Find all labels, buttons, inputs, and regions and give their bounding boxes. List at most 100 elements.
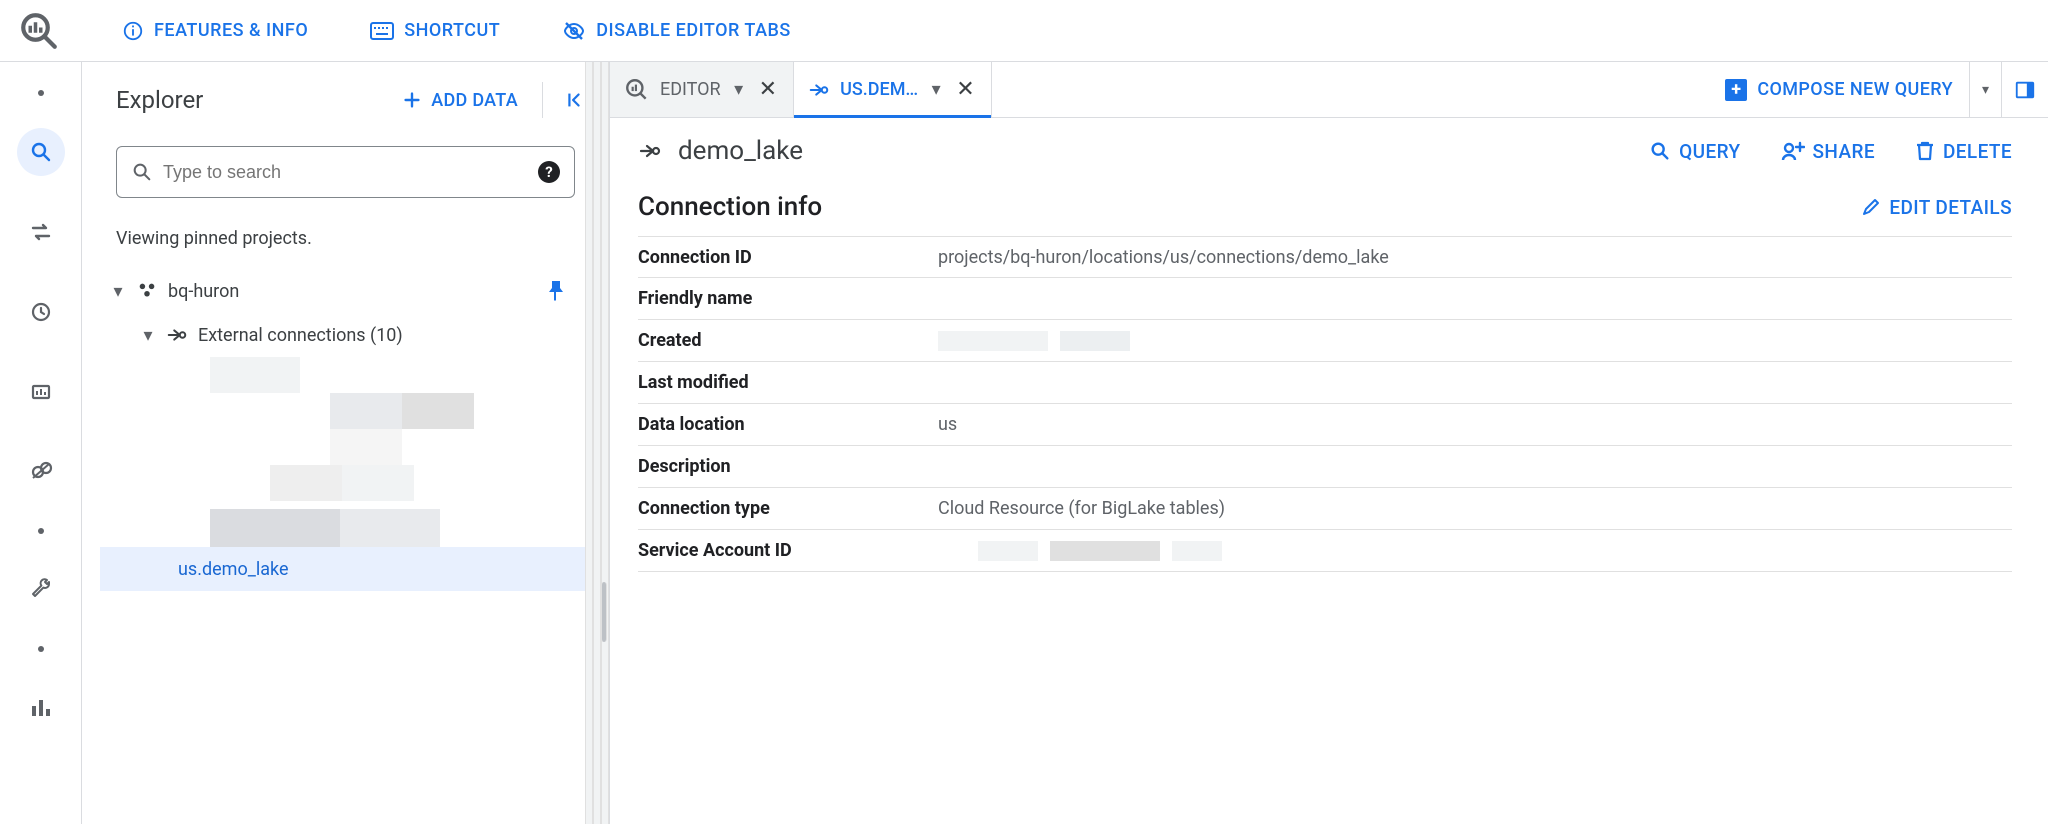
info-row-friendly-name: Friendly name [638, 278, 2012, 320]
pencil-icon [1861, 197, 1881, 217]
tab-connection[interactable]: US.DEM… ▾ ✕ [794, 62, 992, 117]
bi-icon [29, 460, 53, 484]
tab-close-button[interactable]: ✕ [954, 75, 976, 104]
explorer-search-box[interactable]: ? [116, 146, 575, 198]
compose-new-query-button[interactable]: + COMPOSE NEW QUERY [1709, 62, 1969, 117]
disable-editor-tabs-label: DISABLE EDITOR TABS [596, 20, 791, 41]
add-data-label: ADD DATA [431, 90, 518, 111]
left-rail [0, 62, 82, 824]
info-row-description: Description [638, 446, 2012, 488]
features-info-button[interactable]: FEATURES & INFO [106, 12, 324, 50]
info-row-service-account-id: Service Account ID [638, 530, 2012, 572]
project-label: bq-huron [168, 281, 239, 302]
bars-icon [29, 696, 53, 720]
info-row-connection-type: Connection type Cloud Resource (for BigL… [638, 488, 2012, 530]
project-row[interactable]: ▾ bq-huron [100, 269, 597, 313]
explorer-panel: Explorer ADD DATA ? Viewing pinned proje… [82, 62, 610, 824]
scrollbar-thumb[interactable] [601, 582, 607, 642]
info-icon [122, 20, 144, 42]
help-icon[interactable]: ? [538, 161, 560, 183]
section-title: Connection info [638, 192, 1861, 222]
tab-close-button[interactable]: ✕ [757, 75, 779, 104]
explorer-search-input[interactable] [163, 162, 528, 183]
collapse-explorer-button[interactable] [542, 82, 585, 118]
search-icon [131, 161, 153, 183]
detail-title: demo_lake [678, 136, 803, 166]
plus-icon [401, 89, 423, 111]
visibility-off-icon [562, 19, 586, 43]
compose-label: COMPOSE NEW QUERY [1757, 79, 1953, 100]
panel-splitter[interactable] [585, 62, 609, 824]
explorer-title: Explorer [116, 86, 401, 114]
external-connections-row[interactable]: ▾ External connections (10) [100, 313, 597, 357]
data-icon [29, 380, 53, 404]
chevron-down-icon: ▾ [108, 281, 128, 302]
plus-box-icon: + [1725, 79, 1747, 101]
search-icon [29, 140, 53, 164]
transfer-icon [29, 220, 53, 244]
info-row-created: Created [638, 320, 2012, 362]
info-row-connection-id: Connection ID projects/bq-huron/location… [638, 236, 2012, 278]
share-button[interactable]: SHARE [1781, 140, 1875, 163]
connection-icon [166, 324, 188, 346]
info-row-data-location: Data location us [638, 404, 2012, 446]
info-row-last-modified: Last modified [638, 362, 2012, 404]
rail-dot-icon [38, 90, 44, 96]
share-label: SHARE [1813, 140, 1875, 163]
delete-label: DELETE [1943, 140, 2012, 163]
wrench-icon [29, 578, 53, 602]
tab-editor-label: EDITOR [660, 79, 721, 100]
detail-header: demo_lake QUERY SHARE DELETE [610, 118, 2048, 172]
tabstrip-dropdown-button[interactable]: ▾ [1969, 62, 2001, 117]
chevron-down-icon: ▾ [138, 325, 158, 346]
panel-icon [2014, 79, 2036, 101]
rail-history-button[interactable] [17, 288, 65, 336]
tab-connection-label: US.DEM… [840, 79, 918, 100]
features-info-label: FEATURES & INFO [154, 20, 308, 41]
clock-icon [29, 300, 53, 324]
query-button[interactable]: QUERY [1649, 140, 1740, 163]
rail-monitoring-button[interactable] [17, 684, 65, 732]
keyboard-icon [370, 22, 394, 40]
tabstrip-panel-button[interactable] [2001, 62, 2048, 117]
shortcut-label: SHORTCUT [404, 20, 500, 41]
share-icon [1781, 140, 1805, 162]
edit-details-label: EDIT DETAILS [1889, 196, 2012, 219]
tab-editor[interactable]: EDITOR ▾ ✕ [610, 62, 794, 117]
query-label: QUERY [1679, 140, 1740, 163]
redacted-connections [210, 357, 490, 547]
topbar: FEATURES & INFO SHORTCUT DISABLE EDITOR … [0, 0, 2048, 62]
disable-editor-tabs-button[interactable]: DISABLE EDITOR TABS [546, 11, 807, 51]
search-icon [1649, 140, 1671, 162]
add-data-button[interactable]: ADD DATA [401, 89, 518, 111]
rail-search-button[interactable] [17, 128, 65, 176]
collapse-icon [563, 89, 585, 111]
section-header: Connection info EDIT DETAILS [610, 172, 2048, 236]
tab-dropdown-button[interactable]: ▾ [928, 79, 944, 100]
explorer-tree: ▾ bq-huron ▾ External connections (10) [82, 261, 609, 591]
shortcut-button[interactable]: SHORTCUT [354, 12, 516, 49]
delete-button[interactable]: DELETE [1915, 140, 2012, 163]
tab-dropdown-button[interactable]: ▾ [731, 79, 747, 100]
bigquery-logo [14, 6, 64, 56]
connection-row-selected[interactable]: us.demo_lake [100, 547, 597, 591]
pinned-projects-message: Viewing pinned projects. [82, 206, 609, 261]
connection-icon [808, 79, 830, 101]
rail-bi-engine-button[interactable] [17, 448, 65, 496]
query-icon [624, 77, 650, 103]
external-connections-label: External connections (10) [198, 325, 403, 346]
rail-settings-button[interactable] [17, 566, 65, 614]
rail-transfers-button[interactable] [17, 208, 65, 256]
connection-icon [638, 139, 662, 163]
content-area: EDITOR ▾ ✕ US.DEM… ▾ ✕ + COMPOSE NEW QUE… [610, 62, 2048, 824]
editor-tabstrip: EDITOR ▾ ✕ US.DEM… ▾ ✕ + COMPOSE NEW QUE… [610, 62, 2048, 118]
edit-details-button[interactable]: EDIT DETAILS [1861, 196, 2012, 219]
connection-label: us.demo_lake [178, 559, 289, 580]
rail-reservations-button[interactable] [17, 368, 65, 416]
trash-icon [1915, 140, 1935, 162]
rail-dot-icon [38, 646, 44, 652]
rail-dot-icon [38, 528, 44, 534]
project-icon [136, 280, 158, 302]
connection-info-table: Connection ID projects/bq-huron/location… [610, 236, 2048, 572]
pin-icon[interactable] [547, 280, 565, 302]
